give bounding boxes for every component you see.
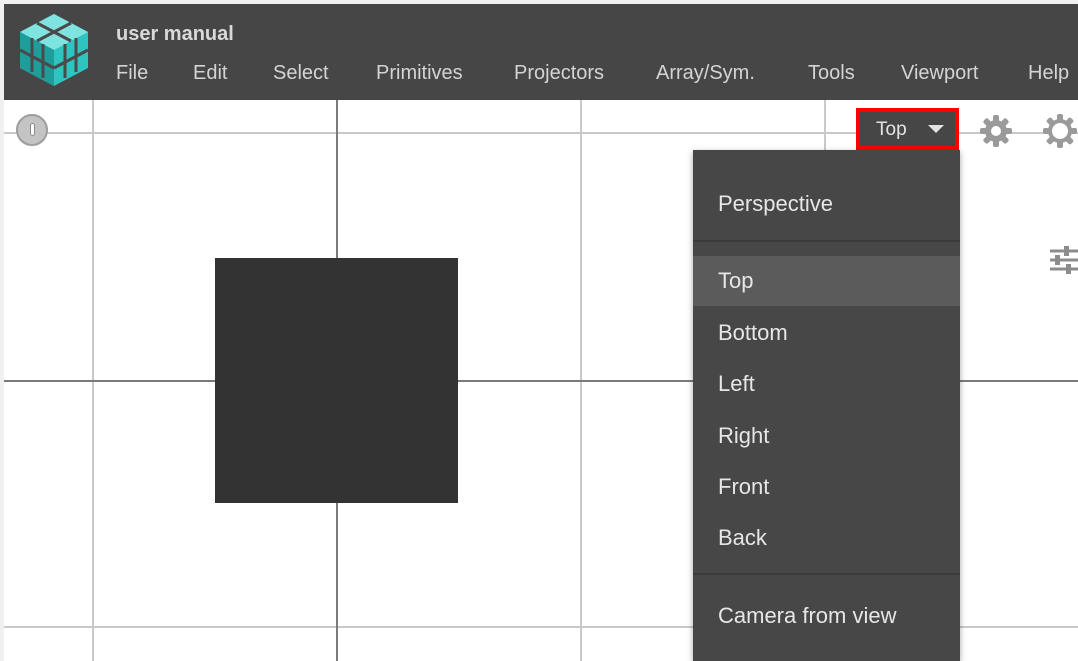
camera-view-select[interactable]: Top — [856, 108, 959, 150]
camera-view-value: Top — [876, 119, 907, 140]
menu-item-front[interactable]: Front — [693, 462, 960, 512]
camera-view-menu: Perspective Top Bottom Left Right Front … — [693, 150, 960, 661]
menu-divider — [693, 240, 960, 242]
menu-edit[interactable]: Edit — [193, 62, 227, 85]
menu-item-top[interactable]: Top — [693, 256, 960, 306]
menu-select[interactable]: Select — [273, 62, 329, 85]
document-title: user manual — [116, 23, 234, 45]
menu-item-perspective[interactable]: Perspective — [693, 179, 960, 229]
menu-item-camera-from-view[interactable]: Camera from view — [693, 591, 960, 641]
menu-viewport[interactable]: Viewport — [901, 62, 978, 85]
menu-help[interactable]: Help — [1028, 62, 1069, 85]
sliders-icon[interactable] — [1044, 243, 1078, 277]
app-logo — [19, 14, 89, 86]
app-window: user manual File Edit Select Primitives … — [4, 4, 1078, 661]
menu-divider — [693, 573, 960, 575]
caret-down-icon — [928, 125, 944, 133]
menu-item-right[interactable]: Right — [693, 411, 960, 461]
menu-item-bottom[interactable]: Bottom — [693, 308, 960, 358]
app-header: user manual File Edit Select Primitives … — [4, 4, 1078, 100]
menu-item-left[interactable]: Left — [693, 359, 960, 409]
menu-tools[interactable]: Tools — [808, 62, 855, 85]
menu-array-sym[interactable]: Array/Sym. — [656, 62, 755, 85]
lightbulb-icon[interactable] — [1042, 113, 1078, 149]
menu-item-back[interactable]: Back — [693, 513, 960, 563]
gear-icon[interactable] — [978, 113, 1014, 149]
scene-object — [215, 258, 458, 503]
menu-projectors[interactable]: Projectors — [514, 62, 604, 85]
menu-file[interactable]: File — [116, 62, 148, 85]
menu-primitives[interactable]: Primitives — [376, 62, 463, 85]
warning-icon[interactable] — [16, 114, 48, 146]
